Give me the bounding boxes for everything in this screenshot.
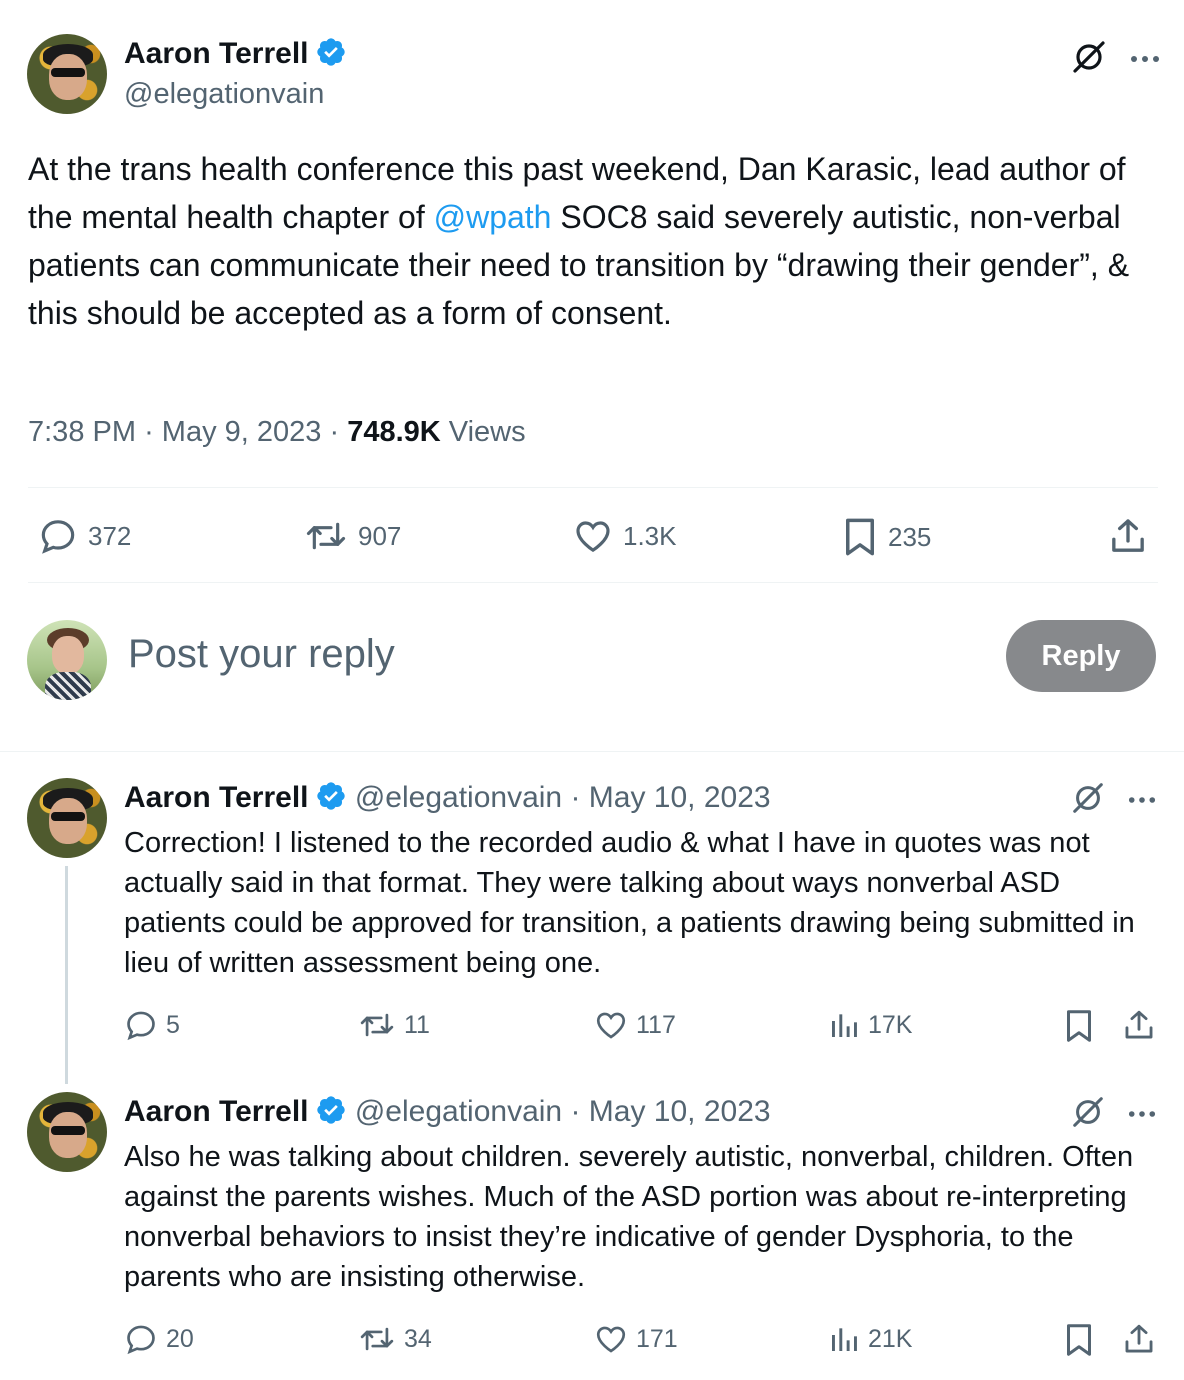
author-handle[interactable]: @elegationvain xyxy=(355,781,562,814)
views-count: 21K xyxy=(868,1324,913,1353)
heart-icon xyxy=(576,521,610,553)
repost-action[interactable]: 34 xyxy=(358,1322,432,1356)
heart-icon xyxy=(596,1326,626,1353)
like-count: 171 xyxy=(636,1324,678,1353)
repost-count: 11 xyxy=(404,1010,430,1039)
author-name[interactable]: Aaron Terrell xyxy=(124,1095,309,1128)
grok-icon[interactable] xyxy=(1070,780,1106,821)
reply-icon xyxy=(127,1325,155,1355)
reply-icon xyxy=(41,520,75,554)
reply-count: 372 xyxy=(88,520,132,551)
share-icon xyxy=(1125,1324,1153,1353)
mention-link[interactable]: @wpath xyxy=(434,199,552,235)
author-name[interactable]: Aaron Terrell xyxy=(124,781,309,814)
reply-header: Aaron Terrell @elegationvain · May 10, 2… xyxy=(124,1094,771,1134)
meta-separator: · xyxy=(144,416,154,448)
author-avatar[interactable] xyxy=(27,34,107,114)
bookmark-action[interactable] xyxy=(1064,1322,1094,1358)
author-name[interactable]: Aaron Terrell xyxy=(124,37,309,70)
more-options-icon[interactable] xyxy=(1128,1106,1156,1124)
bookmark-icon xyxy=(1067,1324,1091,1356)
bookmark-icon xyxy=(1067,1010,1091,1042)
post-time[interactable]: 7:38 PM xyxy=(28,416,136,448)
views-action[interactable]: 17K xyxy=(828,1008,912,1042)
repost-count: 34 xyxy=(404,1324,432,1353)
like-count: 117 xyxy=(636,1010,676,1039)
avatar-glasses xyxy=(51,1126,85,1135)
like-action[interactable]: 1.3K xyxy=(573,516,677,556)
repost-icon xyxy=(360,1327,394,1351)
avatar-glasses xyxy=(51,68,85,77)
post-top-actions xyxy=(1070,38,1160,81)
share-icon xyxy=(1112,519,1144,552)
reply-icon xyxy=(127,1011,155,1041)
thread-connector-line xyxy=(65,866,68,1084)
verified-badge-icon xyxy=(315,780,347,820)
post-meta: 7:38 PM · May 9, 2023 · 748.9K Views xyxy=(28,416,526,449)
reply-date[interactable]: · May 10, 2023 xyxy=(570,1095,770,1128)
verified-badge-icon xyxy=(315,1094,347,1134)
more-options-icon[interactable] xyxy=(1128,792,1156,810)
reply-action[interactable]: 20 xyxy=(124,1322,194,1356)
reply-header: Aaron Terrell @elegationvain · May 10, 2… xyxy=(124,780,771,820)
avatar-face xyxy=(49,798,87,844)
like-action[interactable]: 171 xyxy=(594,1322,678,1356)
author-handle[interactable]: @elegationvain xyxy=(355,1095,562,1128)
repost-action[interactable]: 907 xyxy=(304,516,401,556)
reply-top-actions xyxy=(1070,1094,1156,1135)
views-action[interactable]: 21K xyxy=(828,1322,912,1356)
bookmark-action[interactable] xyxy=(1064,1008,1094,1044)
views-label: Views xyxy=(448,416,526,448)
views-count: 748.9K xyxy=(347,416,441,448)
analytics-icon xyxy=(832,1328,857,1351)
divider xyxy=(28,582,1158,583)
reply-text: Correction! I listened to the recorded a… xyxy=(124,827,1135,979)
divider xyxy=(28,487,1158,488)
avatar-face xyxy=(49,54,87,100)
repost-action[interactable]: 11 xyxy=(358,1008,430,1042)
author-avatar[interactable] xyxy=(27,778,107,858)
author-name-row: Aaron Terrell xyxy=(124,36,347,73)
avatar-clothing xyxy=(45,672,91,700)
avatar-glasses xyxy=(51,812,85,821)
like-count: 1.3K xyxy=(623,520,677,551)
views-count: 17K xyxy=(868,1010,913,1039)
reply-date[interactable]: · May 10, 2023 xyxy=(570,781,770,814)
repost-icon xyxy=(360,1013,394,1037)
reply-input[interactable]: Post your reply xyxy=(128,632,395,677)
reply-action[interactable]: 372 xyxy=(38,516,131,556)
verified-badge-icon xyxy=(315,36,347,73)
share-action[interactable] xyxy=(1108,516,1148,556)
avatar-face xyxy=(52,636,84,674)
repost-count: 907 xyxy=(358,520,402,551)
reply-button[interactable]: Reply xyxy=(1006,620,1156,692)
analytics-icon xyxy=(832,1014,857,1037)
divider xyxy=(0,751,1184,752)
grok-icon[interactable] xyxy=(1070,1094,1106,1135)
repost-icon xyxy=(306,522,346,550)
reply-action[interactable]: 5 xyxy=(124,1008,180,1042)
current-user-avatar[interactable] xyxy=(27,620,107,700)
post-date[interactable]: May 9, 2023 xyxy=(162,416,322,448)
reply-count: 20 xyxy=(166,1324,194,1353)
share-action[interactable] xyxy=(1122,1322,1156,1356)
heart-icon xyxy=(596,1012,626,1039)
reply-top-actions xyxy=(1070,780,1156,821)
bookmark-icon xyxy=(846,518,874,556)
share-icon xyxy=(1125,1010,1153,1039)
post-text: At the trans health conference this past… xyxy=(28,145,1148,337)
more-options-icon[interactable] xyxy=(1130,51,1160,69)
author-avatar[interactable] xyxy=(27,1092,107,1172)
like-action[interactable]: 117 xyxy=(594,1008,676,1042)
author-handle[interactable]: @elegationvain xyxy=(124,78,324,111)
reply-text: Also he was talking about children. seve… xyxy=(124,1141,1134,1293)
grok-icon[interactable] xyxy=(1070,38,1108,81)
share-action[interactable] xyxy=(1122,1008,1156,1042)
reply-count: 5 xyxy=(166,1010,180,1039)
meta-separator: · xyxy=(329,416,340,448)
avatar-face xyxy=(49,1112,87,1158)
bookmark-count: 235 xyxy=(888,521,932,552)
bookmark-action[interactable]: 235 xyxy=(842,516,931,558)
